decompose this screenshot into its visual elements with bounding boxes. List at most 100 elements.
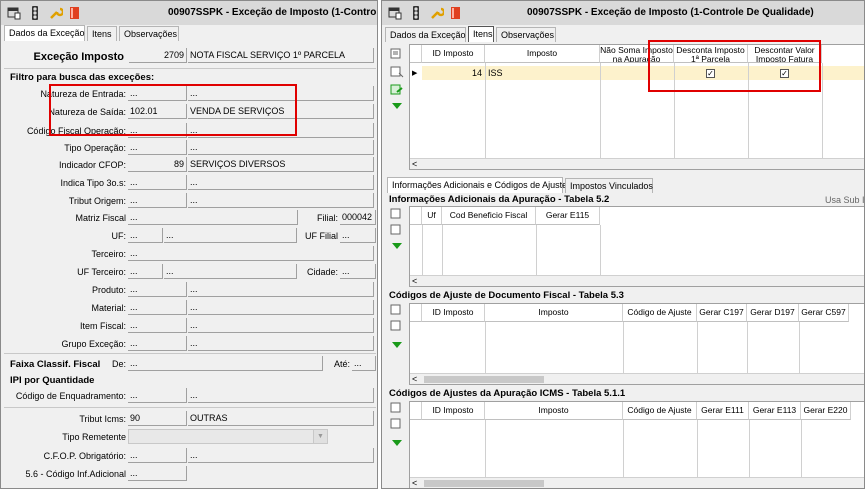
move-down-icon[interactable]	[392, 243, 402, 249]
faixa-de-field[interactable]: ...	[128, 356, 323, 371]
chevron-down-icon[interactable]: ▼	[313, 430, 327, 443]
scroll-left-icon[interactable]: <	[412, 159, 417, 169]
col-gerar-e115[interactable]: Gerar E115	[536, 207, 600, 225]
cfop-obrigatorio-code[interactable]: ...	[128, 448, 187, 463]
col-gerar-e220[interactable]: Gerar E220	[801, 402, 851, 420]
wrench-icon[interactable]	[49, 6, 63, 20]
row-add-icon[interactable]	[390, 48, 404, 60]
produto-desc[interactable]: ...	[188, 282, 374, 297]
material-desc[interactable]: ...	[188, 300, 374, 315]
row-add-icon[interactable]	[390, 402, 404, 414]
divider	[4, 407, 376, 408]
excecao-code-field[interactable]: 2709	[129, 48, 187, 63]
tab-dados-da-excecao[interactable]: Dados da Exceção	[385, 27, 466, 42]
material-code[interactable]: ...	[128, 300, 187, 315]
cfop-obrigatorio-desc[interactable]: ...	[188, 448, 374, 463]
col-id-imposto[interactable]: ID Imposto	[422, 304, 485, 322]
highlight-box	[49, 84, 297, 136]
move-down-icon[interactable]	[392, 103, 402, 109]
tab-observacoes[interactable]: Observações	[496, 27, 556, 42]
tab-observacoes[interactable]: Observações	[119, 26, 179, 41]
tipo-operacao-code[interactable]: ...	[128, 140, 187, 155]
cell-imposto[interactable]: ISS	[488, 68, 503, 78]
tipo-operacao-desc[interactable]: ...	[188, 140, 374, 155]
cell-id-imposto[interactable]: 14	[422, 68, 482, 78]
uf-terceiro-code[interactable]: ...	[128, 264, 163, 279]
col-codigo-ajuste[interactable]: Código de Ajuste	[623, 402, 697, 420]
window-menu-icon[interactable]	[7, 6, 21, 20]
horizontal-scrollbar[interactable]: <	[410, 477, 864, 488]
row-delete-icon[interactable]	[390, 320, 404, 332]
usa-sub-item-label: Usa Sub It	[825, 195, 865, 205]
traffic-light-icon[interactable]	[409, 6, 423, 20]
tipo-remetente-select[interactable]: ▼	[128, 429, 328, 444]
col-id-imposto[interactable]: ID Imposto	[422, 45, 485, 63]
tab-itens[interactable]: Itens	[87, 26, 117, 41]
tab-informacoes-adicionais[interactable]: Informações Adicionais e Códigos de Ajus…	[387, 177, 567, 193]
terceiro-field[interactable]: ...	[128, 246, 374, 261]
move-down-icon[interactable]	[392, 440, 402, 446]
scroll-left-icon[interactable]: <	[412, 374, 417, 384]
uf-code[interactable]: ...	[128, 228, 163, 243]
move-down-icon[interactable]	[392, 342, 402, 348]
traffic-light-icon[interactable]	[28, 6, 42, 20]
scroll-left-icon[interactable]: <	[412, 276, 417, 286]
scroll-thumb[interactable]	[424, 376, 544, 383]
filial-field[interactable]: 000042	[340, 210, 376, 225]
row-delete-icon[interactable]	[390, 418, 404, 430]
tab-itens[interactable]: Itens	[468, 26, 494, 42]
tab-dados-da-excecao[interactable]: Dados da Exceção	[4, 25, 85, 41]
item-fiscal-code[interactable]: ...	[128, 318, 187, 333]
excecao-desc-field[interactable]: NOTA FISCAL SERVIÇO 1º PARCELA	[188, 48, 374, 63]
uf-desc[interactable]: ...	[164, 228, 297, 243]
col-imposto[interactable]: Imposto	[485, 402, 623, 420]
grupo-excecao-desc[interactable]: ...	[188, 336, 374, 351]
col-gerar-c197[interactable]: Gerar C197	[697, 304, 747, 322]
col-gerar-d197[interactable]: Gerar D197	[747, 304, 799, 322]
col-id-imposto[interactable]: ID Imposto	[422, 402, 485, 420]
scroll-thumb[interactable]	[424, 480, 544, 487]
horizontal-scrollbar[interactable]: <	[410, 373, 864, 384]
uf-filial-field[interactable]: ...	[340, 228, 376, 243]
item-fiscal-desc[interactable]: ...	[188, 318, 374, 333]
book-icon[interactable]	[449, 6, 463, 20]
row-edit-icon[interactable]	[390, 84, 404, 96]
indicador-cfop-code[interactable]: 89	[128, 157, 187, 172]
col-cod-beneficio[interactable]: Cod Beneficio Fiscal	[442, 207, 536, 225]
col-gerar-c597[interactable]: Gerar C597	[799, 304, 849, 322]
horizontal-scrollbar[interactable]: <	[410, 158, 864, 169]
indicador-cfop-desc[interactable]: SERVIÇOS DIVERSOS	[188, 157, 374, 172]
enquadramento-desc[interactable]: ...	[188, 388, 374, 403]
col-codigo-ajuste[interactable]: Código de Ajuste	[623, 304, 697, 322]
scroll-left-icon[interactable]: <	[412, 478, 417, 488]
row-add-icon[interactable]	[390, 304, 404, 316]
grid-line	[485, 63, 486, 159]
row-add-icon[interactable]	[390, 208, 404, 220]
tribut-icms-code[interactable]: 90	[128, 411, 187, 426]
tab-impostos-vinculados[interactable]: Impostos Vinculados	[565, 178, 653, 193]
enquadramento-code[interactable]: ...	[128, 388, 187, 403]
row-delete-icon[interactable]	[390, 66, 404, 78]
col-imposto[interactable]: Imposto	[485, 304, 623, 322]
tribut-origem-code[interactable]: ...	[128, 193, 187, 208]
col-gerar-e113[interactable]: Gerar E113	[749, 402, 801, 420]
indica-tipo-desc[interactable]: ...	[188, 175, 374, 190]
inf-adicional-code[interactable]: ...	[128, 466, 187, 481]
horizontal-scrollbar[interactable]: <	[410, 275, 864, 286]
book-icon[interactable]	[68, 6, 82, 20]
window-menu-icon[interactable]	[388, 6, 402, 20]
grupo-excecao-code[interactable]: ...	[128, 336, 187, 351]
cidade-field[interactable]: ...	[340, 264, 376, 279]
indica-tipo-code[interactable]: ...	[128, 175, 187, 190]
produto-code[interactable]: ...	[128, 282, 187, 297]
col-gerar-e111[interactable]: Gerar E111	[697, 402, 749, 420]
faixa-ate-field[interactable]: ...	[352, 356, 376, 371]
matriz-fiscal-field[interactable]: ...	[128, 210, 298, 225]
row-delete-icon[interactable]	[390, 224, 404, 236]
wrench-icon[interactable]	[430, 6, 444, 20]
uf-terceiro-desc[interactable]: ...	[164, 264, 297, 279]
col-imposto[interactable]: Imposto	[485, 45, 600, 63]
col-uf[interactable]: Uf	[422, 207, 442, 225]
tribut-origem-desc[interactable]: ...	[188, 193, 374, 208]
tribut-icms-desc[interactable]: OUTRAS	[188, 411, 374, 426]
